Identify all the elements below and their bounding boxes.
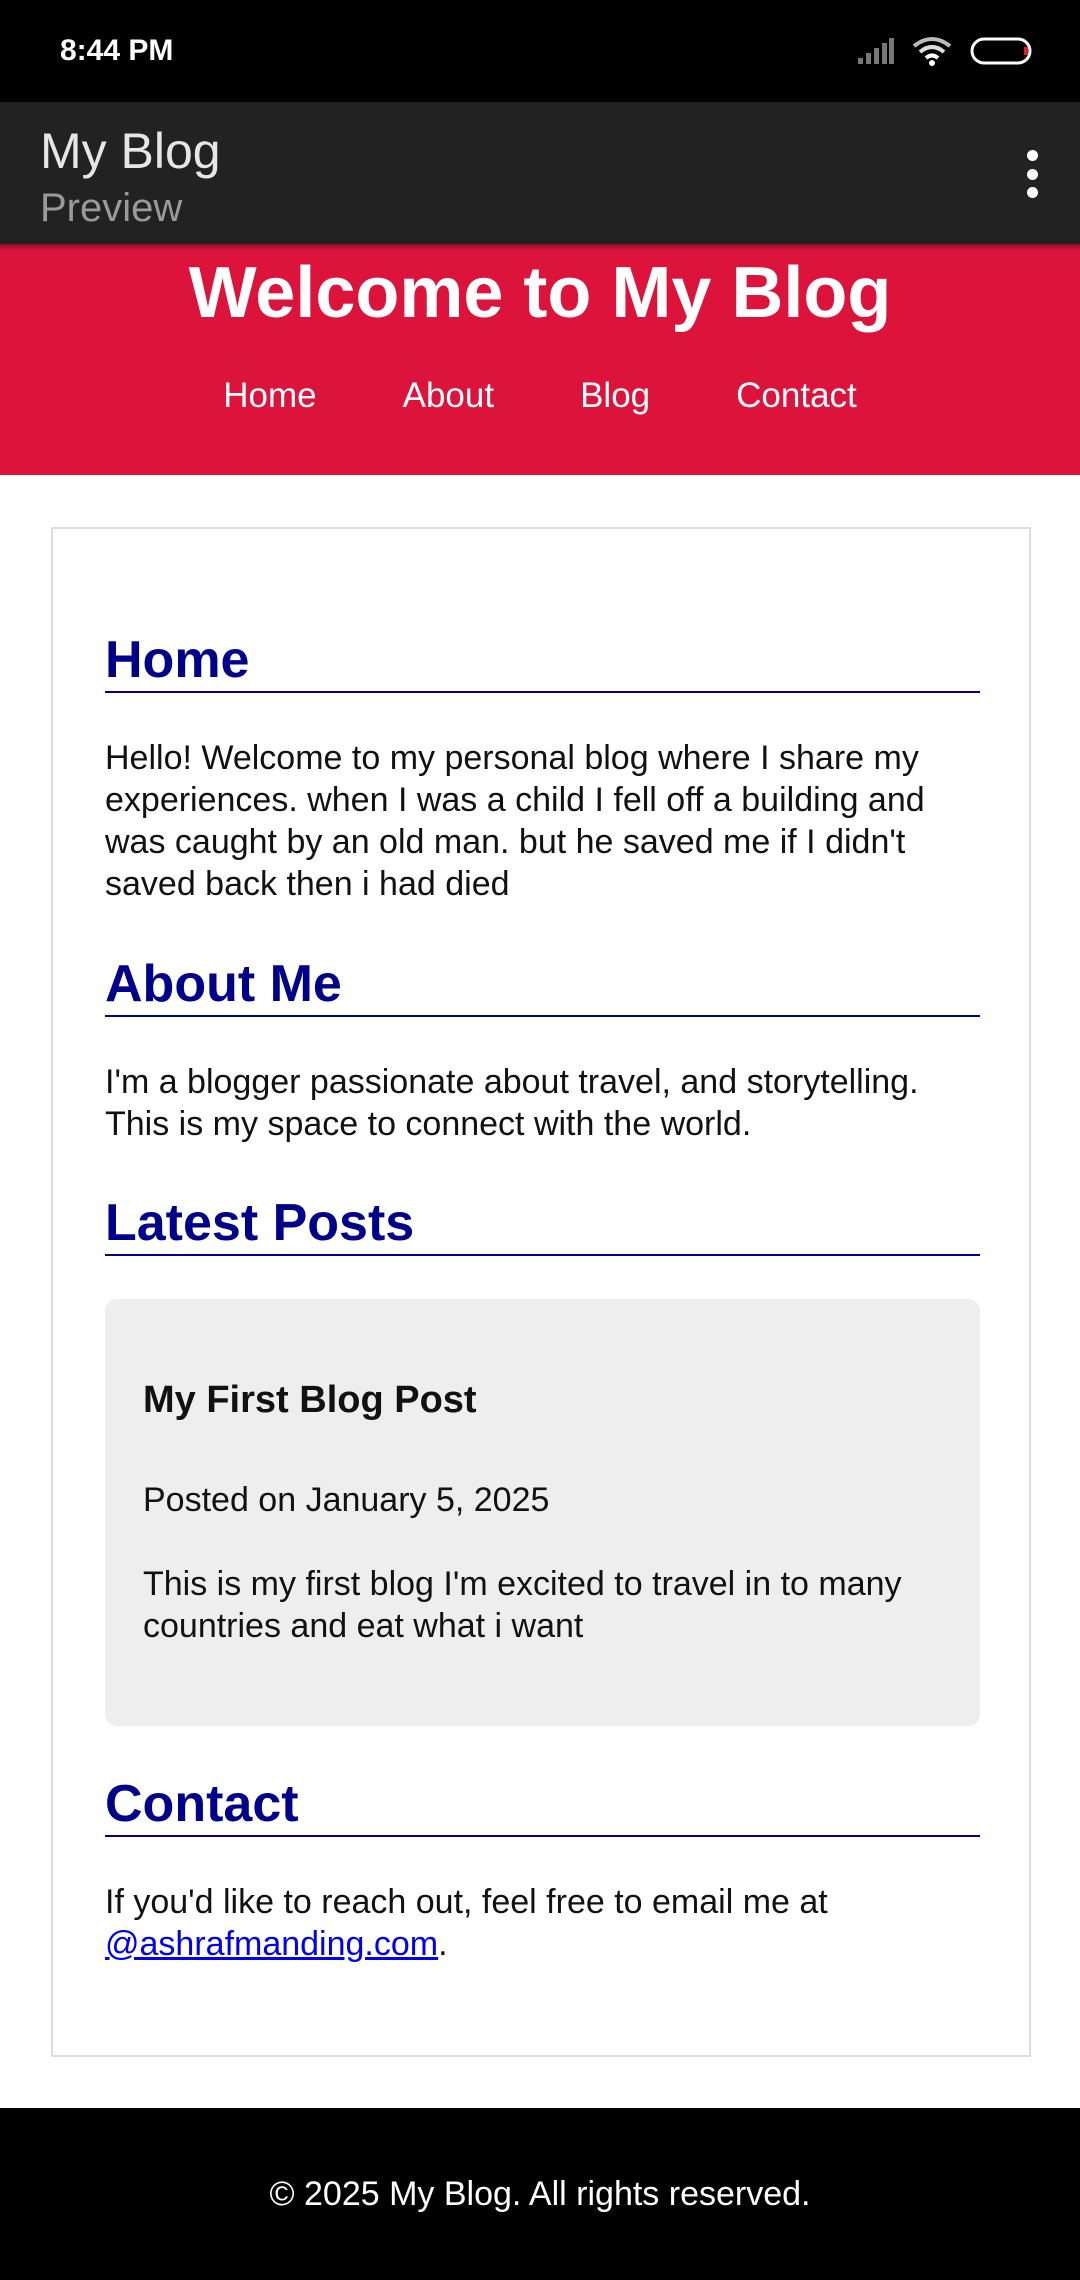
contact-text-before: If you'd like to reach out, feel free to… <box>105 1883 828 1921</box>
content-card: Home Hello! Welcome to my personal blog … <box>51 527 1031 2057</box>
nav-link-home[interactable]: Home <box>223 376 316 416</box>
overflow-menu-icon[interactable] <box>1020 150 1044 198</box>
home-heading: Home <box>105 631 980 694</box>
status-icons <box>858 36 1034 66</box>
blog-title: Welcome to My Blog <box>188 253 892 333</box>
footer-text: © 2025 My Blog. All rights reserved. <box>269 2175 811 2213</box>
blog-nav: Home About Blog Contact <box>0 376 1080 416</box>
contact-text: If you'd like to reach out, feel free to… <box>105 1881 980 1965</box>
signal-icon <box>858 38 894 64</box>
footer: © 2025 My Blog. All rights reserved. <box>0 2108 1080 2280</box>
app-title: My Blog <box>40 123 221 179</box>
post-date: Posted on January 5, 2025 <box>143 1481 550 1519</box>
battery-icon <box>970 37 1032 65</box>
posts-heading: Latest Posts <box>105 1194 980 1257</box>
contact-text-after: . <box>438 1925 448 1963</box>
about-text: I'm a blogger passionate about travel, a… <box>105 1063 919 1143</box>
blog-post-card[interactable]: My First Blog Post Posted on January 5, … <box>105 1299 980 1726</box>
nav-link-blog[interactable]: Blog <box>580 376 650 416</box>
blog-header: Welcome to My Blog Home About Blog Conta… <box>0 244 1080 475</box>
nav-link-about[interactable]: About <box>403 376 494 416</box>
app-subtitle: Preview <box>40 186 183 230</box>
status-bar: 8:44 PM <box>0 0 1080 102</box>
about-heading: About Me <box>105 955 980 1018</box>
home-text: Hello! Welcome to my personal blog where… <box>105 739 925 903</box>
nav-link-contact[interactable]: Contact <box>736 376 857 416</box>
wifi-icon <box>912 37 952 66</box>
app-bar: My Blog Preview <box>0 102 1080 244</box>
post-title: My First Blog Post <box>143 1379 477 1421</box>
contact-email-link[interactable]: @ashrafmanding.com <box>105 1925 438 1963</box>
contact-heading: Contact <box>105 1775 980 1838</box>
status-time: 8:44 PM <box>60 34 174 67</box>
post-body: This is my first blog I'm excited to tra… <box>143 1565 902 1645</box>
